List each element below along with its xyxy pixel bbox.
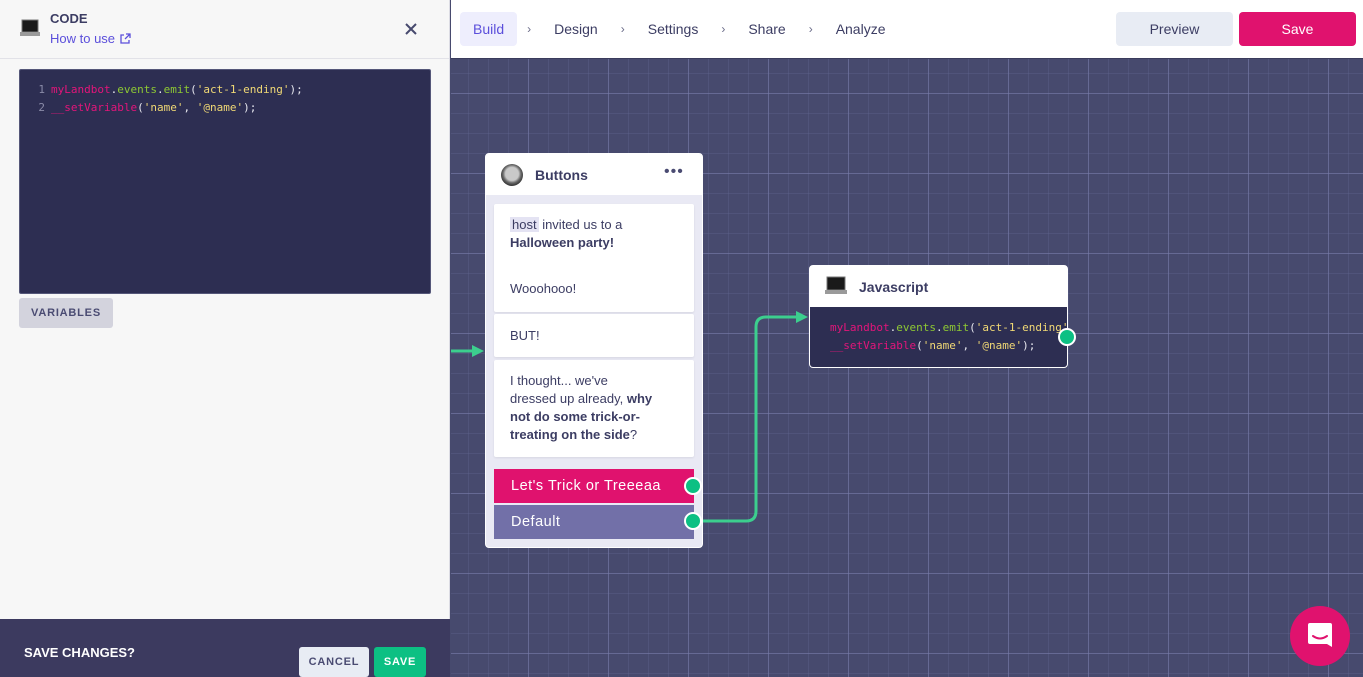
save-changes-prompt: SAVE CHANGES? (24, 645, 135, 660)
code-token: ( (190, 83, 197, 96)
message-bubble: BUT! (494, 314, 694, 357)
message-bold-text: Halloween party! (510, 235, 615, 250)
message-text: Wooohooo! (510, 281, 577, 296)
code-token: myLandbot (51, 83, 111, 96)
close-icon (405, 23, 417, 35)
code-line: 1 myLandbot.events.emit('act-1-ending'); (20, 81, 430, 99)
buttons-block-header: Buttons ••• (486, 154, 702, 195)
preview-button[interactable]: Preview (1116, 12, 1233, 46)
code-token: 'act-1-ending' (975, 321, 1067, 334)
code-line: myLandbot.events.emit('act-1-ending'); (830, 319, 1067, 337)
panel-header: CODE How to use (0, 0, 449, 59)
nav-tab-settings[interactable]: Settings (635, 12, 712, 46)
nav-separator-icon: › (620, 22, 625, 36)
chat-bubble-icon (1308, 623, 1332, 647)
variables-button[interactable]: VARIABLES (19, 298, 113, 328)
nav-tab-analyze[interactable]: Analyze (823, 12, 899, 46)
radio-button-icon (501, 164, 523, 186)
javascript-output-port[interactable] (1058, 328, 1076, 346)
code-line: 2 __setVariable('name', '@name'); (20, 99, 430, 117)
builder-nav: Build › Design › Settings › Share › Analyze (460, 12, 899, 46)
code-token: events (117, 83, 157, 96)
buttons-block[interactable]: Buttons ••• host invited us to a Hallowe… (485, 153, 703, 548)
choice-button[interactable]: Let's Trick or Treeeaa (494, 469, 694, 503)
code-token: ); (243, 101, 257, 114)
message-bubble: I thought... we've dressed up already, w… (494, 360, 694, 457)
code-token: ( (916, 339, 923, 352)
message-text: I thought... we've dressed up already, (510, 373, 627, 406)
code-token: myLandbot (830, 321, 890, 334)
line-number: 2 (38, 101, 45, 114)
how-to-use-link[interactable]: How to use (50, 31, 131, 46)
code-line: __setVariable('name', '@name'); (830, 337, 1047, 355)
laptop-icon (20, 19, 40, 36)
code-token: __setVariable (830, 339, 917, 352)
message-text: BUT! (510, 328, 540, 343)
save-changes-bar: SAVE CHANGES? CANCEL SAVE (0, 619, 450, 677)
code-token: events (896, 321, 936, 334)
panel-title: CODE (50, 11, 88, 26)
javascript-block-header: Javascript (810, 266, 1067, 307)
more-dots-icon[interactable]: ••• (664, 163, 684, 181)
default-output-port[interactable] (684, 512, 702, 530)
code-token: '@name' (975, 339, 1023, 352)
close-button[interactable] (400, 18, 422, 40)
code-token: emit (163, 83, 191, 96)
code-token: __setVariable (51, 101, 138, 114)
message-text: invited us to a (538, 217, 623, 232)
message-bubble: host invited us to a Halloween party! Wo… (494, 204, 694, 312)
message-text: ? (629, 427, 638, 442)
javascript-block[interactable]: Javascript myLandbot.events.emit('act-1-… (809, 265, 1068, 368)
code-token: ); (1022, 339, 1036, 352)
code-editor[interactable]: 1 myLandbot.events.emit('act-1-ending'); 2… (19, 69, 431, 294)
code-token: . (156, 83, 164, 96)
laptop-icon (825, 276, 847, 294)
line-number: 1 (38, 83, 45, 96)
javascript-code-preview: myLandbot.events.emit('act-1-ending');__… (810, 307, 1067, 367)
code-token: '@name' (196, 101, 244, 114)
nav-tab-build[interactable]: Build (460, 12, 518, 46)
code-token: 'act-1-ending' (196, 83, 290, 96)
default-choice-button[interactable]: Default (494, 505, 694, 539)
javascript-block-title: Javascript (859, 279, 929, 295)
top-bar: Build › Design › Settings › Share › Analyze Prev… (451, 0, 1363, 59)
nav-separator-icon: › (721, 22, 726, 36)
code-token: 'name' (143, 101, 184, 114)
cancel-button[interactable]: CANCEL (299, 647, 369, 677)
code-token: ); (289, 83, 303, 96)
code-token: ( (137, 101, 144, 114)
nav-separator-icon: › (808, 22, 813, 36)
nav-tab-share[interactable]: Share (735, 12, 798, 46)
code-token: . (935, 321, 943, 334)
nav-separator-icon: › (527, 22, 532, 36)
save-button[interactable]: Save (1239, 12, 1356, 46)
variable-chip: host (510, 217, 539, 232)
code-token: 'name' (922, 339, 963, 352)
code-editor-panel: CODE How to use 1 myLandbot.events.emit('… (0, 0, 450, 677)
save-changes-button[interactable]: SAVE (374, 647, 426, 677)
nav-tab-design[interactable]: Design (541, 12, 611, 46)
chat-launcher-button[interactable] (1290, 606, 1350, 666)
code-token: ( (969, 321, 976, 334)
code-token: emit (942, 321, 970, 334)
external-link-icon (120, 32, 131, 44)
choice-output-port[interactable] (684, 477, 702, 495)
buttons-block-title: Buttons (535, 167, 588, 183)
code-token: , (183, 101, 197, 114)
how-to-use-label: How to use (50, 31, 116, 46)
code-token: , (962, 339, 976, 352)
